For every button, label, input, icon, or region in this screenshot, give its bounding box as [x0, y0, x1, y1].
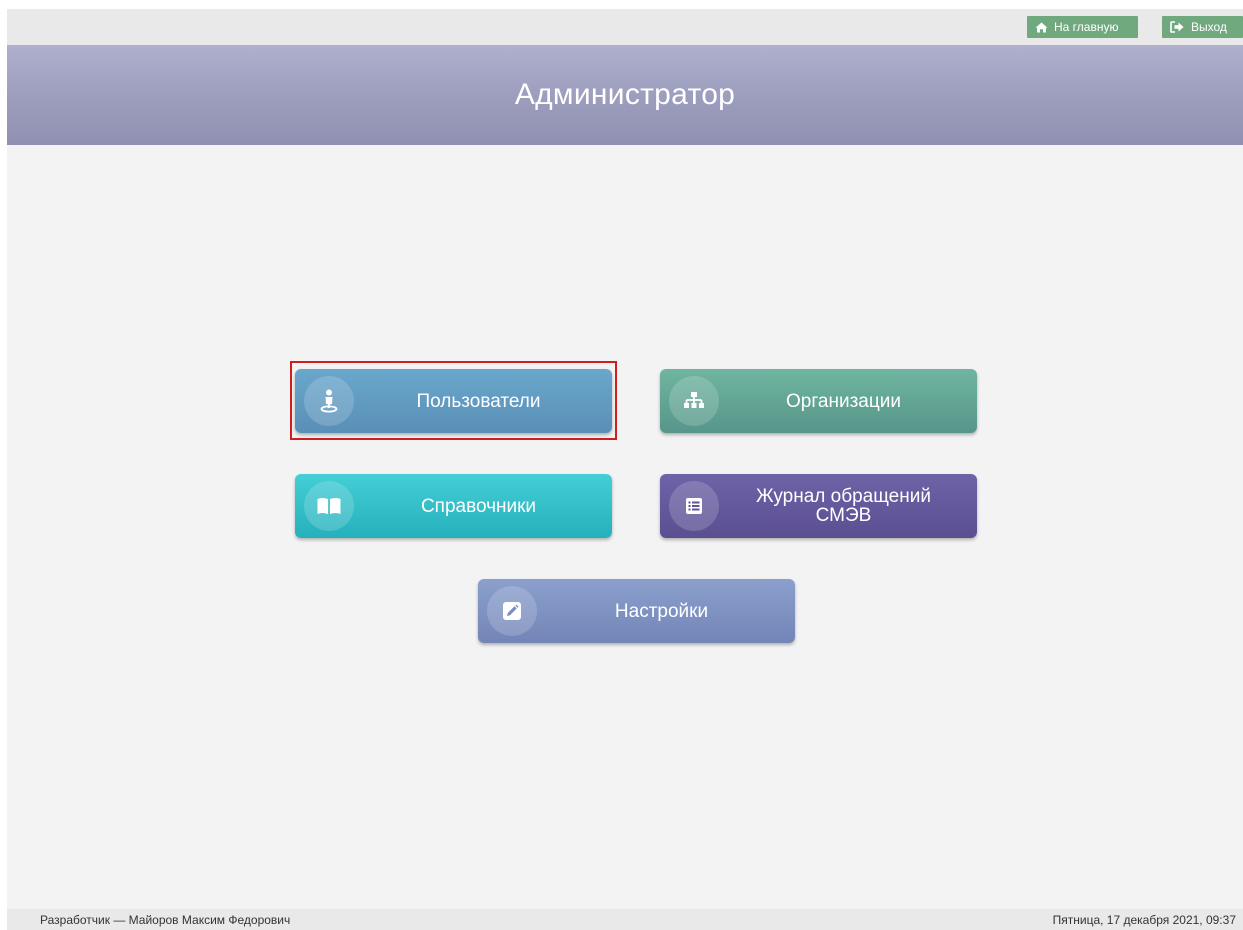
page-title: Администратор	[514, 78, 736, 111]
smev-journal-tile-label: Журнал обращений СМЭВ	[756, 486, 931, 526]
developer-credit: Разработчик — Майоров Максим Федорович	[40, 913, 291, 927]
settings-tile-label: Настройки	[614, 600, 709, 622]
list-icon	[669, 481, 719, 531]
book-icon	[304, 481, 354, 531]
users-tile-button[interactable]: Пользователи	[295, 369, 612, 433]
home-button[interactable]: На главную	[1027, 16, 1138, 38]
references-tile-button[interactable]: Справочники	[295, 474, 612, 538]
top-bar: На главную Выход	[7, 9, 1243, 45]
organizations-tile-label: Организации	[786, 390, 901, 412]
pencil-icon	[487, 586, 537, 636]
smev-journal-tile-button[interactable]: Журнал обращений СМЭВ	[660, 474, 977, 538]
settings-tile-button[interactable]: Настройки	[478, 579, 795, 643]
current-datetime: Пятница, 17 декабря 2021, 09:37	[1052, 913, 1236, 927]
user-pin-icon	[304, 376, 354, 426]
exit-button[interactable]: Выход	[1162, 16, 1243, 38]
logout-icon	[1170, 21, 1184, 33]
app-window: На главную Выход Администратор Пользоват…	[7, 9, 1243, 930]
exit-button-label: Выход	[1191, 20, 1227, 34]
references-tile-label: Справочники	[420, 495, 537, 517]
page-header: Администратор	[7, 45, 1243, 145]
footer: Разработчик — Майоров Максим Федорович П…	[7, 909, 1243, 930]
home-icon	[1035, 22, 1048, 32]
home-button-label: На главную	[1054, 20, 1119, 34]
users-tile-label: Пользователи	[416, 390, 541, 412]
organizations-tile-button[interactable]: Организации	[660, 369, 977, 433]
org-structure-icon	[669, 376, 719, 426]
